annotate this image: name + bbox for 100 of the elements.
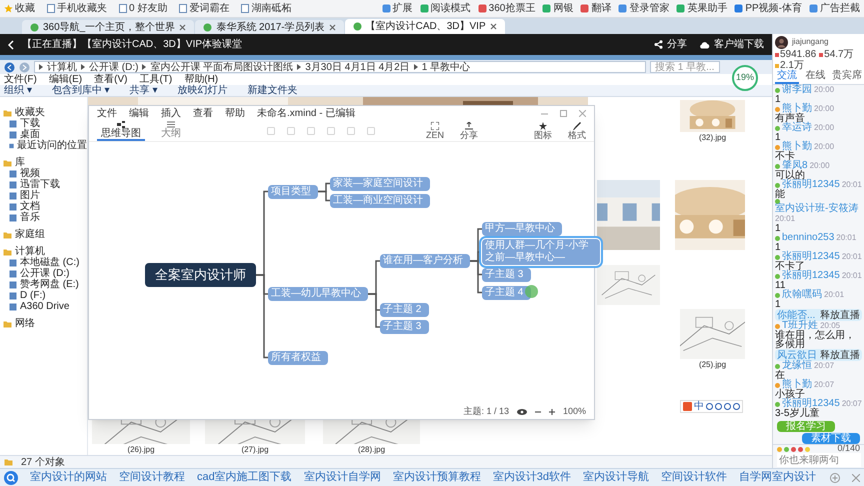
central-topic[interactable]: 全案室内设计师 xyxy=(145,263,256,287)
chat-time: 20:07 xyxy=(814,361,834,371)
breadcrumb-item[interactable]: 1 早教中心 xyxy=(422,60,470,74)
file-name[interactable]: (32).jpg xyxy=(698,133,726,142)
search-link[interactable]: 自学网室内设计 xyxy=(739,469,816,486)
toolbar-button[interactable]: 阅读模式 xyxy=(430,1,471,16)
view-tab[interactable]: 大纲 xyxy=(157,121,185,141)
search-link[interactable]: 室内设计3d软件 xyxy=(492,469,571,486)
chat-time: 20:00 xyxy=(814,85,834,95)
chat-time: 20:01 xyxy=(842,271,862,281)
nav-item[interactable]: 最近访问的位置 xyxy=(17,140,87,151)
stat-value: 2.1万 xyxy=(780,60,804,71)
chat-time: 20:07 xyxy=(842,399,862,409)
toolbar-button[interactable]: 格式 xyxy=(568,122,586,141)
breadcrumb-item[interactable]: 公开课 (D:) xyxy=(89,60,138,74)
toolbar-button[interactable]: 扩展 xyxy=(392,1,413,16)
search-link[interactable]: cad室内施工图下载 xyxy=(197,469,292,486)
toolbar-button[interactable]: ZEN xyxy=(426,122,444,141)
view-tab[interactable]: 思维导图 xyxy=(97,121,145,141)
nav-item[interactable]: 文档 xyxy=(20,201,40,212)
file-name[interactable]: (25).jpg xyxy=(698,360,726,369)
chat-time: 20:01 xyxy=(842,180,862,190)
chat-time: 20:01 xyxy=(842,252,862,262)
toolbar-button[interactable]: 登录管家 xyxy=(629,1,670,16)
nav-item[interactable]: 收藏夹 xyxy=(15,107,45,118)
chat-message: 小孩子 xyxy=(775,390,805,399)
breadcrumb-item[interactable]: 计算机 xyxy=(47,60,77,74)
nav-item[interactable]: D (F:) xyxy=(20,290,46,301)
bookmark-link[interactable]: 爱词霸在 xyxy=(189,1,230,16)
chat-time: 20:00 xyxy=(814,123,834,133)
search-link[interactable]: 室内设计自学网 xyxy=(304,469,381,486)
toolbar-button[interactable]: 包含到库中 ▾ xyxy=(52,83,110,98)
chat-message: 不卡了 xyxy=(775,262,805,271)
toolbar-button[interactable]: 图标 xyxy=(534,122,552,141)
toolbar-button[interactable]: 360抢票王 xyxy=(488,1,536,16)
search-link[interactable]: 空间设计教程 xyxy=(119,469,185,486)
toolbar-button[interactable]: 翻译 xyxy=(591,1,612,16)
nav-item[interactable]: 公开课 (D:) xyxy=(20,268,70,279)
nav-item[interactable]: 视频 xyxy=(20,168,40,179)
menu-item[interactable]: 文件 xyxy=(97,106,117,120)
breadcrumb-item[interactable]: 室内公开课 平面布局图设计图纸 xyxy=(150,60,294,74)
toolbar-button[interactable]: 分享 xyxy=(460,122,478,141)
nav-item[interactable]: 家庭组 xyxy=(15,229,45,240)
chat-message: 有声音 xyxy=(775,114,805,123)
nav-item[interactable]: 音乐 xyxy=(20,212,40,223)
chat-message: 1 xyxy=(775,224,782,233)
chat-time: 20:01 xyxy=(775,214,796,224)
chat-time: 20:00 xyxy=(810,161,830,171)
breadcrumb-item[interactable]: 3月30日 4月1日 4月2日 xyxy=(305,60,410,74)
chat-input[interactable]: 你也来聊两句 xyxy=(777,453,861,467)
search-link[interactable]: 室内设计导航 xyxy=(583,469,649,486)
nav-item[interactable]: 本地磁盘 (C:) xyxy=(20,257,80,268)
browser-tab[interactable]: 【室内设计CAD、3D】VIP xyxy=(344,19,505,34)
menu-item[interactable]: 查看 xyxy=(193,106,213,120)
toolbar-button[interactable]: 英果助手 xyxy=(687,1,728,16)
chat-time: 20:01 xyxy=(836,233,856,243)
gift-banner: 风云欲日 释放直播 xyxy=(775,349,862,361)
bookmark-link[interactable]: 0 好友助 xyxy=(129,1,168,16)
search-link[interactable]: 室内设计的网站 xyxy=(30,469,107,486)
bookmark-link[interactable]: 收藏 xyxy=(15,1,35,16)
download-link[interactable]: 客户端下载 xyxy=(714,37,764,52)
file-name[interactable]: (28).jpg xyxy=(358,445,386,454)
nav-item[interactable]: 赞考网盘 (E:) xyxy=(20,279,79,290)
toolbar-button[interactable]: 网银 xyxy=(553,1,574,16)
nav-item[interactable]: 计算机 xyxy=(15,246,45,257)
chat-time: 20:00 xyxy=(814,104,834,114)
bookmark-link[interactable]: 手机收藏夹 xyxy=(57,1,107,16)
menu-item[interactable]: 编辑 xyxy=(129,106,149,120)
toolbar-button[interactable]: 放映幻灯片 xyxy=(177,83,228,98)
stat-value: 54.7万 xyxy=(824,49,854,60)
chat-message: 在 xyxy=(775,371,785,380)
share-link[interactable]: 分享 xyxy=(667,37,687,52)
toolbar-button[interactable]: PP视频-体育 xyxy=(745,1,802,16)
nav-item[interactable]: 库 xyxy=(15,157,25,168)
toolbar-button[interactable]: 共享 ▾ xyxy=(130,83,158,98)
file-name[interactable]: (26).jpg xyxy=(127,445,155,454)
menu-item[interactable]: 插入 xyxy=(161,106,181,120)
file-name[interactable]: (27).jpg xyxy=(241,445,269,454)
bookmark-link[interactable]: 湖南砥柘 xyxy=(251,1,292,16)
search-link[interactable]: 室内设计预算教程 xyxy=(392,469,481,486)
nav-item[interactable]: 桌面 xyxy=(20,129,40,140)
nav-item[interactable]: 迅雷下载 xyxy=(20,179,60,190)
chat-message: 不卡 xyxy=(775,152,795,161)
browser-tab[interactable]: 360导航_一个主页，整个世界 xyxy=(22,20,194,34)
nav-item[interactable]: 网络 xyxy=(15,318,35,329)
toolbar-button[interactable]: 组织 ▾ xyxy=(4,83,32,98)
search-link[interactable]: 空间设计软件 xyxy=(661,469,727,486)
chat-time: 20:07 xyxy=(814,380,834,390)
chat-time: 20:00 xyxy=(814,142,834,152)
zoom-level[interactable]: 100% xyxy=(562,405,586,419)
nav-item[interactable]: 下载 xyxy=(20,118,40,129)
browser-tab[interactable]: 泰华系统 2017-学员列表 xyxy=(195,20,344,34)
chat-message: 11 xyxy=(775,281,786,290)
toolbar-button[interactable]: 新建文件夹 xyxy=(247,83,298,98)
nav-item[interactable]: A360 Drive xyxy=(20,301,70,312)
menu-item[interactable]: 帮助 xyxy=(225,106,245,120)
toolbar-button[interactable]: 广告拦截 xyxy=(820,1,860,16)
stream-title: 【正在直播】【室内设计CAD、3D】VIP体验课堂 xyxy=(22,38,242,52)
nav-item[interactable]: 图片 xyxy=(20,190,40,201)
topic-count: 主题: 1 / 13 xyxy=(463,405,509,418)
